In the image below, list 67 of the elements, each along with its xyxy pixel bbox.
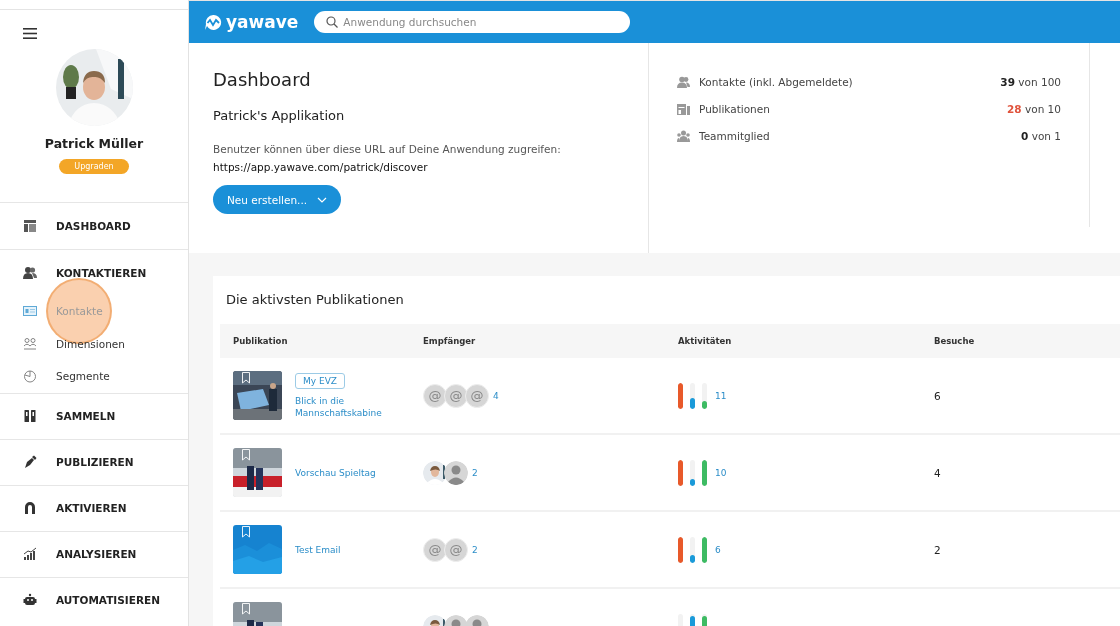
email-avatar: @ (444, 383, 468, 408)
avatar-icon (444, 460, 468, 485)
visits-count: 4 (934, 466, 941, 479)
activity-count: 10 (715, 467, 727, 478)
search-field[interactable]: Anwendung durchsuchen (314, 11, 631, 33)
activity-count: 6 (715, 544, 721, 555)
user-name: Patrick Müller (44, 136, 144, 151)
section-title: Die aktivsten Publikationen (226, 292, 405, 307)
nav-section[interactable]: KONTAKTIEREN (56, 266, 147, 279)
people-icon (23, 265, 37, 280)
bookmark-icon (242, 603, 250, 615)
nav-section[interactable]: DASHBOARD (56, 220, 131, 232)
tag: My EVZ (295, 372, 345, 389)
nav-item[interactable]: Dimensionen (56, 337, 125, 350)
visits-count: 2 (934, 543, 941, 556)
nav-item[interactable]: Segmente (56, 370, 110, 383)
activity-count: 11 (715, 390, 727, 401)
bookmark-icon (242, 372, 250, 384)
column-header: Aktivitäten (678, 336, 733, 346)
pie-icon (23, 369, 37, 384)
menu-icon[interactable] (23, 28, 37, 39)
nav-section[interactable]: AUTOMATISIEREN (56, 594, 160, 606)
app-url: https://app.yawave.com/patrick/discover (213, 161, 429, 173)
groups-icon (23, 336, 37, 351)
stat-label: Teammitglied (699, 129, 771, 142)
recipient-count: 4 (493, 390, 499, 401)
description: Benutzer können über diese URL auf Deine Anwendung zugreifen: (213, 143, 562, 155)
nav-section[interactable]: ANALYSIEREN (56, 548, 137, 560)
magnet-icon (23, 501, 37, 515)
visits-count: 6 (934, 389, 941, 402)
robot-icon (23, 593, 37, 607)
chart-icon (23, 547, 37, 561)
recipient-count: 2 (472, 467, 478, 478)
publication-link[interactable]: Blick in die Mannschaftskabine (295, 394, 405, 419)
stat-value: 28 von 10 (1007, 102, 1061, 115)
email-avatar: @ (465, 383, 489, 408)
pen-icon (23, 455, 37, 469)
nav-section[interactable]: PUBLIZIEREN (56, 456, 134, 468)
chevron-down-icon (317, 196, 328, 203)
column-header: Empfänger (423, 336, 477, 346)
page-title: Dashboard (213, 69, 312, 90)
bookmark-icon (242, 449, 250, 461)
stat-label: Kontakte (inkl. Abgemeldete) (699, 75, 854, 88)
people-icon (677, 129, 690, 142)
search-icon (326, 16, 339, 28)
dashboard-icon (23, 219, 37, 233)
nav-section[interactable]: SAMMELN (56, 410, 116, 422)
stat-label: Publikationen (699, 102, 771, 115)
people-icon (677, 75, 690, 88)
columns-icon (23, 409, 37, 423)
columns-icon (677, 102, 690, 115)
card-icon (23, 304, 37, 319)
email-avatar: @ (423, 537, 447, 562)
stat-value: 0 von 1 (1021, 129, 1061, 142)
email-avatar: @ (444, 537, 468, 562)
email-avatar: @ (423, 383, 447, 408)
publication-link[interactable]: Test Email (295, 543, 405, 556)
stat-value: 39 von 100 (1000, 75, 1061, 88)
bookmark-icon (242, 526, 250, 538)
column-header: Publikation (232, 336, 289, 346)
recipient-count: 2 (472, 544, 478, 555)
app-title: Patrick's Applikation (213, 108, 346, 123)
publication-link[interactable]: Vorschau Spieltag (295, 466, 405, 479)
column-header: Besuche (934, 336, 975, 346)
logo-text: yawave (226, 12, 299, 32)
nav-section[interactable]: AKTIVIEREN (56, 502, 127, 514)
logo-icon (205, 14, 222, 30)
